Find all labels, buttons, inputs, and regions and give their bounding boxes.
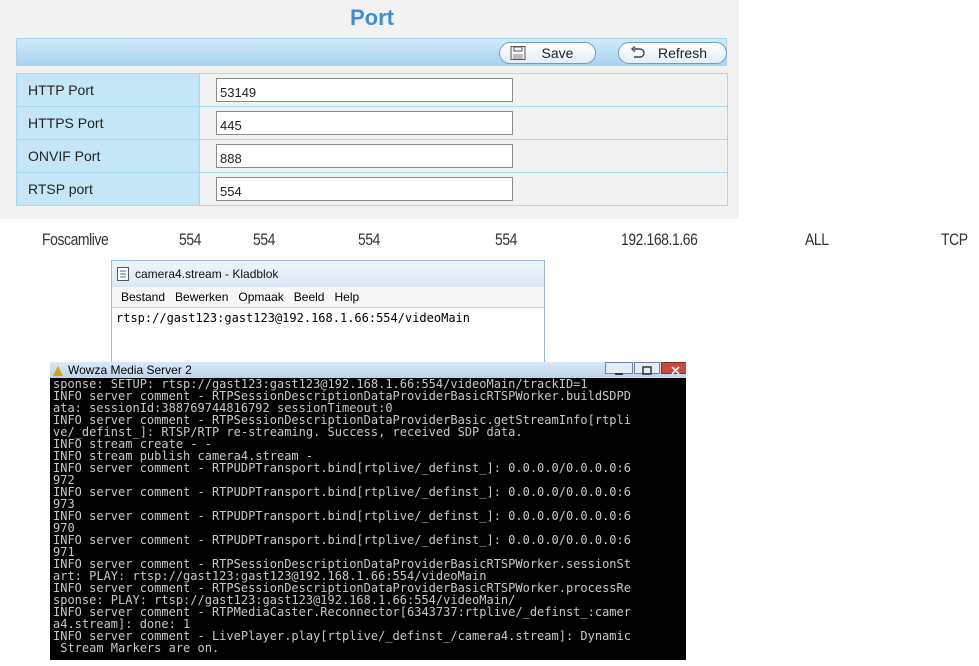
http-port-input[interactable] (216, 78, 513, 102)
refresh-button-label: Refresh (657, 45, 708, 61)
console-line: INFO server comment - RTPUDPTransport.bi… (53, 509, 631, 523)
page-title: Port (350, 5, 394, 30)
scope-value: ALL (805, 230, 829, 249)
console-line: INFO server comment - RTPUDPTransport.bi… (53, 485, 631, 499)
floppy-disk-icon (510, 46, 526, 60)
console-title: Wowza Media Server 2 (68, 363, 192, 377)
rtsp-port-label: RTSP port (16, 172, 200, 206)
notepad-icon (117, 267, 129, 281)
notepad-text-area[interactable]: rtsp://gast123:gast123@192.168.1.66:554/… (112, 308, 544, 328)
minimize-icon (615, 373, 623, 375)
toolbar: Save Refresh (16, 38, 727, 66)
port-value-3: 554 (358, 230, 381, 249)
maximize-button[interactable] (634, 362, 660, 375)
save-button[interactable]: Save (499, 42, 596, 64)
menu-help[interactable]: Help (334, 290, 359, 304)
port-value-4: 554 (495, 230, 518, 249)
menu-beeld[interactable]: Beeld (294, 290, 325, 304)
ip-address: 192.168.1.66 (621, 230, 698, 249)
stream-name: Foscamlive (42, 230, 109, 249)
rtsp-port-row: RTSP port (16, 172, 728, 206)
rtsp-port-input[interactable] (216, 177, 513, 201)
https-port-label: HTTPS Port (16, 106, 200, 140)
console-app-icon (53, 365, 63, 376)
maximize-icon (642, 366, 652, 375)
onvif-port-input[interactable] (216, 144, 513, 168)
https-port-row: HTTPS Port (16, 106, 728, 140)
port-settings-panel: Port Save Refresh HTTP Port HTTPS Port O… (0, 0, 739, 219)
menu-bestand[interactable]: Bestand (121, 290, 165, 304)
https-port-input[interactable] (216, 111, 513, 135)
notepad-title-bar[interactable]: camera4.stream - Kladblok (112, 261, 544, 287)
onvif-port-label: ONVIF Port (16, 139, 200, 173)
refresh-button[interactable]: Refresh (618, 42, 727, 64)
menu-bewerken[interactable]: Bewerken (175, 290, 228, 304)
console-line: INFO server comment - RTPUDPTransport.bi… (53, 461, 631, 475)
port-value-1: 554 (179, 230, 202, 249)
close-icon (671, 366, 680, 375)
refresh-icon (629, 45, 645, 60)
port-settings-table: HTTP Port HTTPS Port ONVIF Port RTSP por… (16, 73, 728, 206)
close-button[interactable] (661, 362, 686, 375)
notepad-menu-bar: Bestand Bewerken Opmaak Beeld Help (112, 287, 544, 308)
notepad-title: camera4.stream - Kladblok (135, 267, 279, 281)
console-line: Stream Markers are on. (53, 641, 220, 655)
http-port-label: HTTP Port (16, 73, 200, 107)
save-button-label: Save (541, 45, 574, 61)
protocol-value: TCP (941, 230, 968, 249)
console-title-bar[interactable]: Wowza Media Server 2 (50, 362, 686, 378)
minimize-button[interactable] (605, 362, 633, 375)
console-output: sponse: SETUP: rtsp://gast123:gast123@19… (50, 378, 686, 654)
menu-opmaak[interactable]: Opmaak (238, 290, 283, 304)
onvif-port-row: ONVIF Port (16, 139, 728, 173)
wowza-console-window: Wowza Media Server 2 sponse: SETUP: rtsp… (50, 362, 686, 660)
console-line: INFO server comment - RTPUDPTransport.bi… (53, 533, 631, 547)
http-port-row: HTTP Port (16, 73, 728, 107)
notepad-window: camera4.stream - Kladblok Bestand Bewerk… (111, 260, 545, 368)
port-value-2: 554 (253, 230, 276, 249)
